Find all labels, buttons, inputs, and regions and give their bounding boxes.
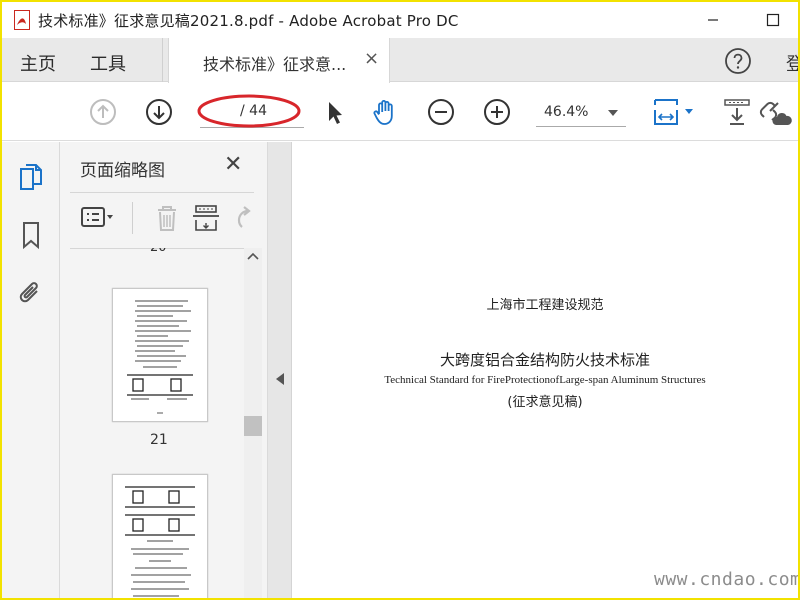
title-bar: 技术标准》征求意见稿2021.8.pdf - Adobe Acrobat Pro… — [2, 2, 798, 38]
minimize-icon[interactable] — [698, 8, 728, 32]
document-page[interactable]: 上海市工程建设规范 大跨度铝合金结构防火技术标准 Technical Stand… — [292, 142, 798, 598]
thumbnails-panel: 页面缩略图 ✕ 20 — [60, 142, 268, 598]
document-draft-note: (征求意见稿) — [507, 395, 583, 410]
main-toolbar: / 44 46.4% — [2, 83, 798, 141]
thumbnail-label: 21 — [150, 432, 168, 448]
tab-bar: 主页 工具 技术标准》征求意... × 登 — [2, 38, 798, 83]
document-department: 上海市工程建设规范 — [486, 298, 604, 313]
site-watermark: www.cndao.com — [654, 569, 798, 590]
zoom-in-icon[interactable] — [482, 97, 512, 127]
collapse-panel-icon[interactable] — [276, 373, 284, 385]
bookmark-icon[interactable] — [17, 220, 45, 250]
hand-tool-icon[interactable] — [370, 97, 400, 127]
tab-tools[interactable]: 工具 — [90, 50, 126, 76]
document-title: 大跨度铝合金结构防火技术标准 — [439, 351, 650, 369]
tab-document[interactable]: 技术标准》征求意... × — [168, 38, 390, 83]
thumbnail-options-icon[interactable] — [80, 204, 114, 232]
document-english-title: Technical Standard for FireProtectionofL… — [384, 374, 706, 386]
chevron-down-icon — [608, 110, 618, 116]
select-cursor-icon[interactable] — [320, 97, 350, 127]
thumbnail-scrollbar[interactable] — [244, 248, 262, 598]
maximize-icon[interactable] — [758, 8, 788, 32]
left-rail — [2, 142, 60, 598]
scroll-up-icon[interactable] — [247, 252, 259, 260]
zoom-out-icon[interactable] — [426, 97, 456, 127]
rotate-page-icon[interactable] — [230, 204, 254, 232]
close-tab-icon[interactable]: × — [364, 48, 379, 69]
window-title: 技术标准》征求意见稿2021.8.pdf - Adobe Acrobat Pro… — [38, 12, 459, 30]
tab-divider — [162, 38, 163, 82]
thumbnail-page-content — [125, 486, 195, 597]
zoom-select[interactable]: 46.4% — [536, 99, 626, 127]
extract-page-icon[interactable] — [190, 204, 224, 232]
help-icon[interactable] — [724, 47, 752, 75]
zoom-value: 46.4% — [544, 104, 589, 120]
acrobat-icon — [14, 10, 30, 30]
previous-page-icon[interactable] — [88, 97, 118, 127]
fit-page-icon[interactable] — [652, 97, 698, 127]
next-page-icon[interactable] — [144, 97, 174, 127]
sign-in-label[interactable]: 登 — [786, 50, 798, 76]
panel-collapse-strip[interactable] — [268, 142, 292, 598]
annotation-ellipse — [197, 94, 301, 128]
thumbnail-label: 20 — [150, 248, 167, 255]
share-link-icon[interactable] — [758, 97, 794, 127]
document-tab-label: 技术标准》征求意... — [203, 55, 347, 74]
tab-home[interactable]: 主页 — [20, 50, 56, 76]
delete-page-icon[interactable] — [150, 204, 184, 232]
acrobat-window: 技术标准》征求意见稿2021.8.pdf - Adobe Acrobat Pro… — [2, 2, 798, 598]
page-number-input[interactable]: / 44 — [197, 94, 304, 128]
page-thumbnails-icon[interactable] — [17, 162, 45, 192]
close-panel-icon[interactable]: ✕ — [224, 152, 242, 177]
scroll-mode-icon[interactable] — [722, 97, 752, 127]
panel-title: 页面缩略图 — [80, 161, 165, 181]
scrollbar-thumb[interactable] — [244, 416, 262, 436]
thumbnail-list[interactable]: 20 — [60, 248, 242, 598]
page-thumbnail-22[interactable] — [112, 474, 208, 598]
page-thumbnail-21[interactable] — [112, 288, 208, 422]
toolbar-divider — [132, 202, 133, 234]
panel-divider — [70, 192, 254, 193]
attachment-icon[interactable] — [17, 278, 45, 308]
thumbnail-page-content — [127, 300, 193, 414]
